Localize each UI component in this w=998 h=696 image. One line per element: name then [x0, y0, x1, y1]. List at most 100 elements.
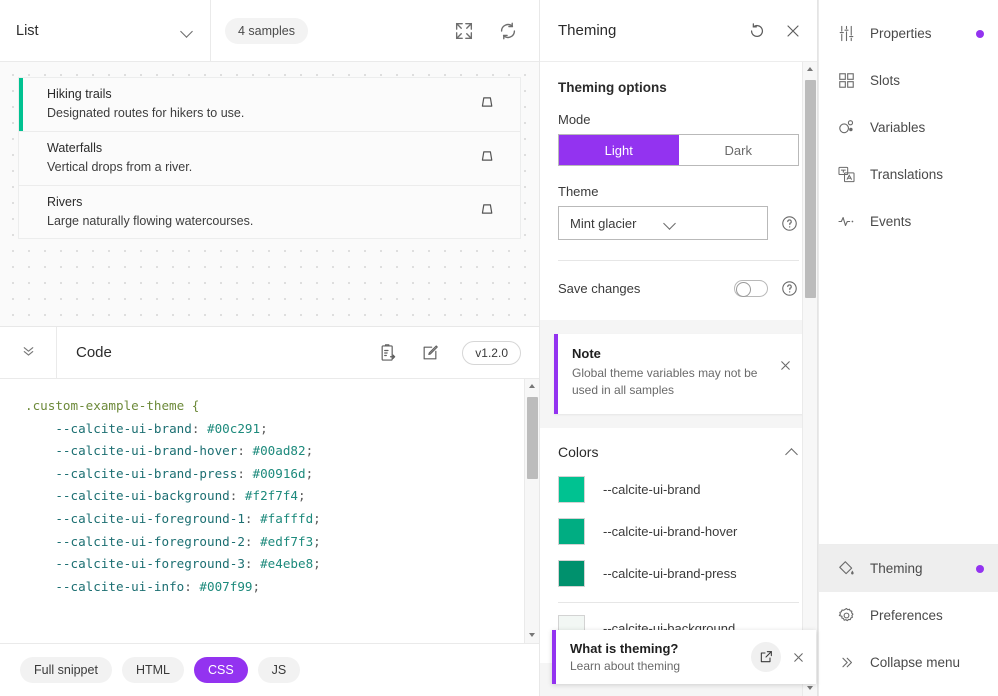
code-scrollbar[interactable] [524, 379, 539, 643]
walk-icon[interactable] [476, 91, 506, 118]
theme-select[interactable]: Mint glacier [558, 206, 768, 240]
theming-panel-scrollbar[interactable] [802, 62, 817, 696]
scroll-up-arrow[interactable] [803, 62, 817, 77]
mode-segmented-control: Light Dark [558, 134, 799, 166]
color-variable-name: --calcite-ui-brand [603, 482, 701, 497]
question-circle-icon[interactable] [780, 279, 799, 298]
list-item[interactable]: Waterfalls Vertical drops from a river. [19, 132, 520, 186]
theming-panel-scroll-area: Theming options Mode Light Dark Theme Mi… [540, 62, 817, 696]
colors-section: Colors --calcite-ui-brand --calcite-ui-b… [540, 428, 817, 663]
list-item-description: Designated routes for hikers to use. [47, 104, 476, 123]
color-swatch[interactable] [558, 476, 585, 503]
paint-bucket-icon [837, 559, 870, 578]
pulse-icon [837, 212, 870, 231]
list-item-accent [19, 78, 23, 131]
sample-selector-value: List [16, 23, 180, 39]
save-changes-toggle[interactable] [734, 280, 768, 297]
divider [558, 602, 799, 603]
divider [558, 260, 799, 261]
list-item[interactable]: Hiking trails Designated routes for hike… [19, 78, 520, 132]
tab-full-snippet[interactable]: Full snippet [20, 657, 112, 683]
close-icon[interactable] [791, 650, 806, 665]
right-sidebar: Properties Slots [818, 0, 998, 696]
colors-section-title: Colors [558, 444, 785, 460]
sidebar-item-label: Translations [870, 167, 984, 182]
color-variable-name: --calcite-ui-brand-hover [603, 524, 737, 539]
popover-body: What is theming? Learn about theming [570, 641, 751, 673]
color-swatch[interactable] [558, 518, 585, 545]
list-item-texts: Rivers Large naturally flowing watercour… [33, 193, 476, 232]
sidebar-item-slots[interactable]: Slots [819, 57, 998, 104]
code-panel-title: Code [57, 327, 378, 378]
sidebar-item-label: Events [870, 214, 984, 229]
sidebar-item-translations[interactable]: Translations [819, 151, 998, 198]
popover-subtitle: Learn about theming [570, 659, 751, 673]
close-icon[interactable] [767, 21, 803, 41]
external-link-icon[interactable] [751, 642, 781, 672]
tab-css[interactable]: CSS [194, 657, 248, 683]
preview-header: List 4 samples [0, 0, 539, 62]
mode-option-dark[interactable]: Dark [679, 135, 799, 165]
scroll-up-arrow[interactable] [525, 379, 539, 394]
samples-count-badge: 4 samples [225, 18, 308, 44]
sidebar-item-variables[interactable]: Variables [819, 104, 998, 151]
code-editor[interactable]: .custom-example-theme { --calcite-ui-bra… [0, 379, 539, 644]
status-dot [976, 30, 984, 38]
tab-html[interactable]: HTML [122, 657, 184, 683]
scrollbar-thumb[interactable] [805, 80, 816, 298]
note-body: Note Global theme variables may not be u… [572, 346, 778, 400]
css-value: #00c291 [207, 421, 260, 436]
preview-canvas: Hiking trails Designated routes for hike… [0, 62, 539, 327]
mode-option-light[interactable]: Light [559, 135, 679, 165]
scrollbar-thumb[interactable] [527, 397, 538, 479]
save-changes-row: Save changes [558, 279, 799, 298]
scroll-down-arrow[interactable] [525, 628, 539, 643]
walk-icon[interactable] [476, 198, 506, 225]
sidebar-item-preferences[interactable]: Preferences [819, 592, 998, 639]
sidebar-item-properties[interactable]: Properties [819, 10, 998, 57]
css-value: #f2f7f4 [245, 488, 298, 503]
translate-icon [837, 165, 870, 184]
sidebar-spacer [819, 245, 998, 544]
right-sidebar-top-group: Properties Slots [819, 0, 998, 245]
tab-js[interactable]: JS [258, 657, 301, 683]
code-collapse-button[interactable] [0, 327, 57, 378]
copy-to-clipboard-icon[interactable] [378, 343, 398, 363]
double-chevron-right-icon [837, 654, 856, 671]
samples-count-area: 4 samples [211, 0, 453, 61]
sidebar-item-events[interactable]: Events [819, 198, 998, 245]
list-item-texts: Waterfalls Vertical drops from a river. [33, 139, 476, 178]
popover-title: What is theming? [570, 641, 751, 656]
color-row[interactable]: --calcite-ui-brand [558, 476, 799, 503]
css-value: #e4ebe8 [260, 556, 313, 571]
list-item-title: Hiking trails [47, 85, 476, 104]
preview-and-code-column: List 4 samples [0, 0, 540, 696]
code-version-pill[interactable]: v1.2.0 [462, 341, 521, 365]
walk-icon[interactable] [476, 145, 506, 172]
color-swatch[interactable] [558, 560, 585, 587]
code-header: Code v1.2.0 [0, 327, 539, 379]
css-value: #fafffd [260, 511, 313, 526]
close-icon[interactable] [778, 346, 793, 400]
save-changes-label: Save changes [558, 281, 722, 296]
note-text: Global theme variables may not be used i… [572, 365, 778, 400]
colors-section-header[interactable]: Colors [558, 444, 799, 460]
reset-icon[interactable] [731, 21, 767, 41]
color-row[interactable]: --calcite-ui-brand-hover [558, 518, 799, 545]
expand-icon[interactable] [453, 20, 475, 42]
list-item-texts: Hiking trails Designated routes for hike… [33, 85, 476, 124]
refresh-icon[interactable] [497, 20, 519, 42]
edit-pencil-icon[interactable] [420, 343, 440, 363]
list-item[interactable]: Rivers Large naturally flowing watercour… [19, 186, 520, 239]
chevron-down-icon [663, 216, 756, 230]
sidebar-item-theming[interactable]: Theming [819, 545, 998, 592]
css-value: #00916d [253, 466, 306, 481]
sidebar-item-collapse-menu[interactable]: Collapse menu [819, 639, 998, 686]
color-row[interactable]: --calcite-ui-brand-press [558, 560, 799, 587]
css-value: #edf7f3 [260, 534, 313, 549]
sample-selector[interactable]: List [0, 0, 211, 61]
css-property: --calcite-ui-info [55, 579, 184, 594]
question-circle-icon[interactable] [780, 214, 799, 233]
list-item-description: Large naturally flowing watercourses. [47, 212, 476, 231]
css-property: --calcite-ui-foreground-3 [55, 556, 245, 571]
